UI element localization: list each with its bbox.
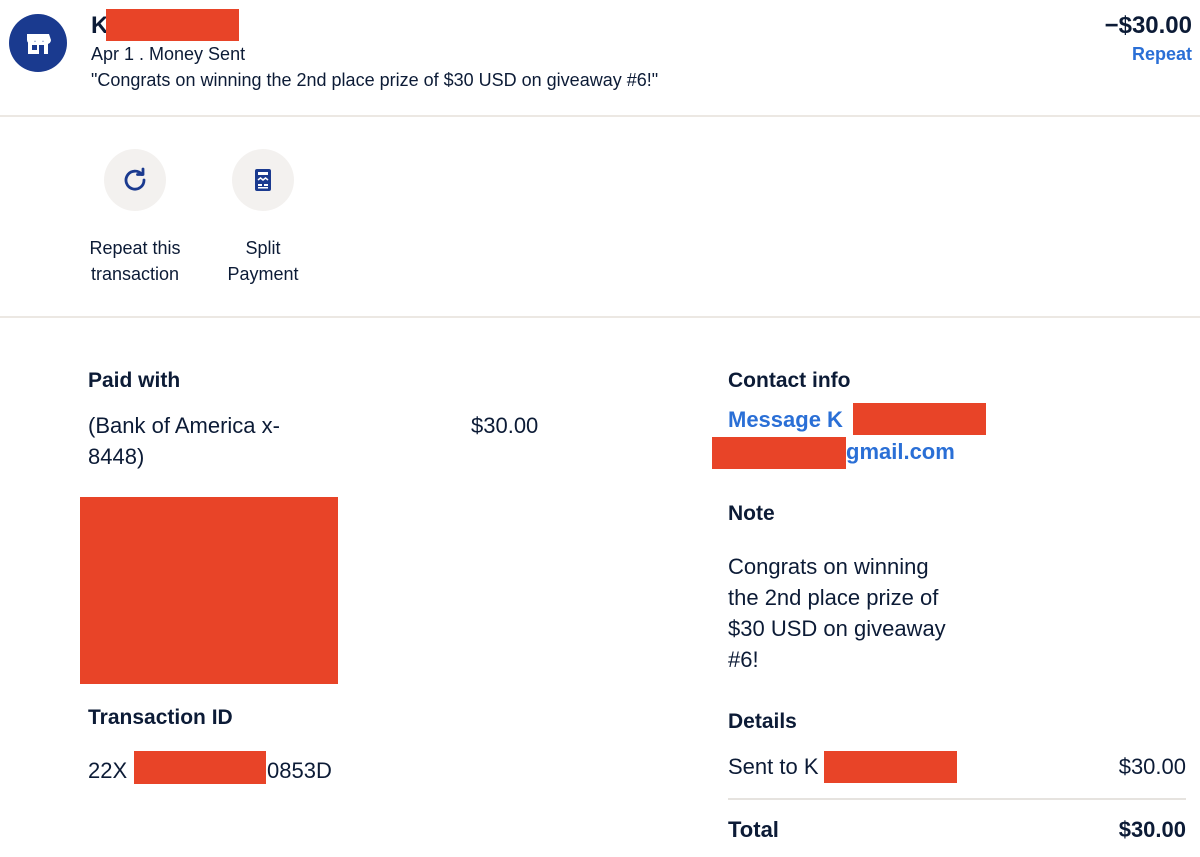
note-line: #6! (728, 647, 759, 672)
total-row: Total $30.00 (728, 817, 1186, 843)
payment-source-line: (Bank of America x- (88, 413, 280, 438)
note-line: $30 USD on giveaway (728, 616, 946, 641)
payment-source-line: 8448) (88, 444, 145, 469)
details-divider (728, 798, 1186, 800)
refresh-icon (124, 167, 146, 191)
repeat-link[interactable]: Repeat (1132, 44, 1192, 65)
store-icon (27, 34, 51, 54)
action-label-line: Payment (227, 264, 299, 284)
split-payment-button[interactable]: Split Payment (198, 149, 328, 287)
contact-email-link[interactable]: gmail.com (846, 439, 955, 465)
transaction-date-type: Apr 1 . Money Sent (91, 44, 246, 64)
redaction-box (80, 497, 338, 684)
action-label-line: Split (245, 238, 281, 258)
transaction-header: K Apr 1 . Money Sent "Congrats on winnin… (0, 0, 1200, 116)
details-heading: Details (728, 710, 797, 733)
redaction-box (106, 9, 239, 41)
transaction-id-suffix: 0853D (267, 758, 332, 783)
paid-amount: $30.00 (471, 413, 539, 438)
transaction-amount: −$30.00 (1104, 12, 1192, 39)
repeat-transaction-label: Repeat this transaction (70, 235, 200, 287)
redaction-box (824, 751, 957, 783)
total-label: Total (728, 817, 779, 842)
receipt-icon (255, 169, 271, 191)
sent-to-label: Sent to K (728, 754, 819, 779)
split-payment-label: Split Payment (198, 235, 328, 287)
section-divider (0, 115, 1200, 117)
repeat-transaction-button[interactable]: Repeat this transaction (70, 149, 200, 287)
sent-to-amount: $30.00 (1118, 754, 1186, 779)
message-contact-link[interactable]: Message K (728, 407, 843, 433)
merchant-avatar (9, 14, 67, 72)
contact-info-heading: Contact info (728, 369, 851, 392)
repeat-action-circle[interactable] (104, 149, 166, 211)
transaction-id-prefix: 22X (88, 758, 128, 783)
total-amount: $30.00 (1118, 817, 1186, 842)
redaction-box (134, 751, 266, 784)
action-label-line: transaction (90, 264, 180, 284)
transaction-memo: "Congrats on winning the 2nd place prize… (91, 70, 659, 90)
paid-with-heading: Paid with (88, 369, 181, 392)
sent-to-row: Sent to K $30.00 (728, 754, 1186, 780)
split-action-circle[interactable] (232, 149, 294, 211)
redaction-box (853, 403, 986, 435)
note-line: the 2nd place prize of (728, 585, 939, 610)
note-line: Congrats on winning (728, 554, 929, 579)
section-divider (0, 316, 1200, 318)
action-label-line: Repeat this (89, 238, 181, 258)
payment-source: (Bank of America x- 8448) (88, 410, 280, 472)
transaction-id-heading: Transaction ID (88, 706, 233, 729)
note-text: Congrats on winning the 2nd place prize … (728, 551, 946, 675)
note-heading: Note (728, 502, 775, 525)
redaction-box (712, 437, 846, 469)
